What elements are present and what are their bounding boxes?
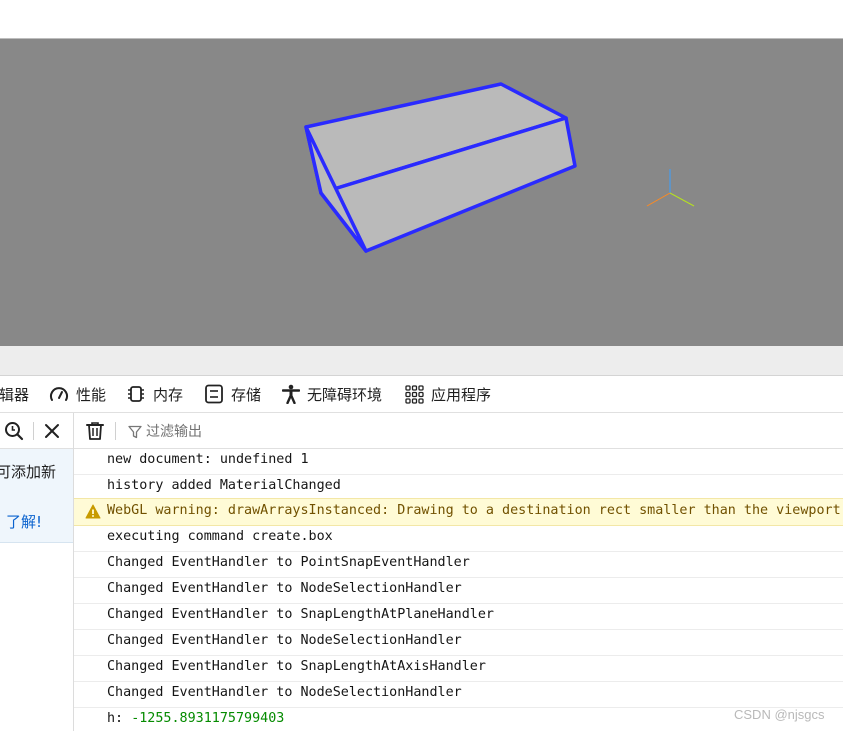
learn-more-link[interactable]: 了解!	[6, 511, 42, 532]
close-icon[interactable]	[44, 423, 60, 443]
info-notice: 可添加新 了解!	[0, 449, 73, 543]
log-message: Changed EventHandler to NodeSelectionHan…	[107, 581, 462, 596]
log-message: Changed EventHandler to PointSnapEventHa…	[107, 555, 470, 570]
tab-storage[interactable]: 存储	[204, 376, 261, 412]
scene-canvas	[304, 82, 695, 253]
console-output: new document: undefined 1 history added …	[74, 449, 843, 731]
log-message: executing command create.box	[107, 529, 333, 544]
info-text: 可添加新	[0, 463, 57, 481]
top-blank-area	[0, 0, 843, 38]
app-grid-icon	[405, 384, 424, 404]
tab-accessibility[interactable]: 无障碍环境	[282, 376, 382, 412]
log-row: Changed EventHandler to NodeSelectionHan…	[74, 578, 843, 604]
log-message: new document: undefined 1	[107, 452, 309, 467]
tab-label: 存储	[231, 385, 262, 404]
storage-icon	[204, 384, 224, 404]
tab-application[interactable]: 应用程序	[405, 376, 491, 412]
filter-icon	[128, 424, 142, 443]
tab-label: 应用程序	[431, 385, 492, 404]
log-row: Changed EventHandler to SnapLengthAtAxis…	[74, 656, 843, 682]
tab-label: 辑器	[0, 385, 30, 404]
tab-performance[interactable]: 性能	[49, 376, 106, 412]
log-row: Changed EventHandler to NodeSelectionHan…	[74, 630, 843, 656]
toolbar-divider	[33, 422, 34, 440]
side-panel: 可添加新 了解!	[0, 413, 74, 731]
search-zoom-icon[interactable]	[4, 421, 24, 445]
tab-label: 内存	[153, 385, 184, 404]
panel-splitter[interactable]	[0, 346, 843, 376]
watermark: CSDN @njsgcs	[734, 707, 825, 722]
filter-output-input[interactable]: 过滤输出	[146, 421, 202, 441]
warning-row: WebGL warning: drawArraysInstanced: Draw…	[74, 498, 843, 526]
log-number-value: -1255.8931175799403	[131, 711, 285, 726]
log-row: Changed EventHandler to NodeSelectionHan…	[74, 682, 843, 708]
3d-viewport[interactable]	[0, 38, 843, 346]
axis-gizmo	[646, 169, 695, 207]
log-message: Changed EventHandler to NodeSelectionHan…	[107, 685, 462, 700]
warning-triangle-icon	[85, 504, 101, 523]
log-message: Changed EventHandler to SnapLengthAtAxis…	[107, 659, 486, 674]
tab-memory[interactable]: 内存	[126, 376, 183, 412]
tab-editor[interactable]: 辑器	[0, 376, 29, 412]
log-message: history added MaterialChanged	[107, 478, 341, 493]
memory-chip-icon	[126, 385, 146, 403]
log-message: Changed EventHandler to NodeSelectionHan…	[107, 633, 462, 648]
trash-icon[interactable]	[86, 421, 104, 445]
log-message: Changed EventHandler to SnapLengthAtPlan…	[107, 607, 494, 622]
warning-message: WebGL warning: drawArraysInstanced: Draw…	[107, 503, 843, 518]
tab-label: 性能	[76, 385, 107, 404]
tab-label: 无障碍环境	[307, 385, 383, 404]
gauge-icon	[49, 385, 69, 403]
toolbar-divider	[115, 422, 116, 440]
console-toolbar: 过滤输出	[74, 413, 843, 449]
side-toolbar	[0, 413, 73, 449]
log-message: h: -1255.8931175799403	[107, 711, 284, 726]
log-row: executing command create.box	[74, 526, 843, 552]
log-row: Changed EventHandler to PointSnapEventHa…	[74, 552, 843, 578]
accessibility-person-icon	[282, 384, 300, 404]
devtools-tab-bar: 辑器 性能 内存 存储 无障碍环境 应用程序	[0, 376, 843, 413]
log-row: h: -1255.8931175799403	[74, 708, 843, 734]
log-row: new document: undefined 1	[74, 449, 843, 475]
log-prefix: h:	[107, 711, 124, 726]
log-row: Changed EventHandler to SnapLengthAtPlan…	[74, 604, 843, 630]
